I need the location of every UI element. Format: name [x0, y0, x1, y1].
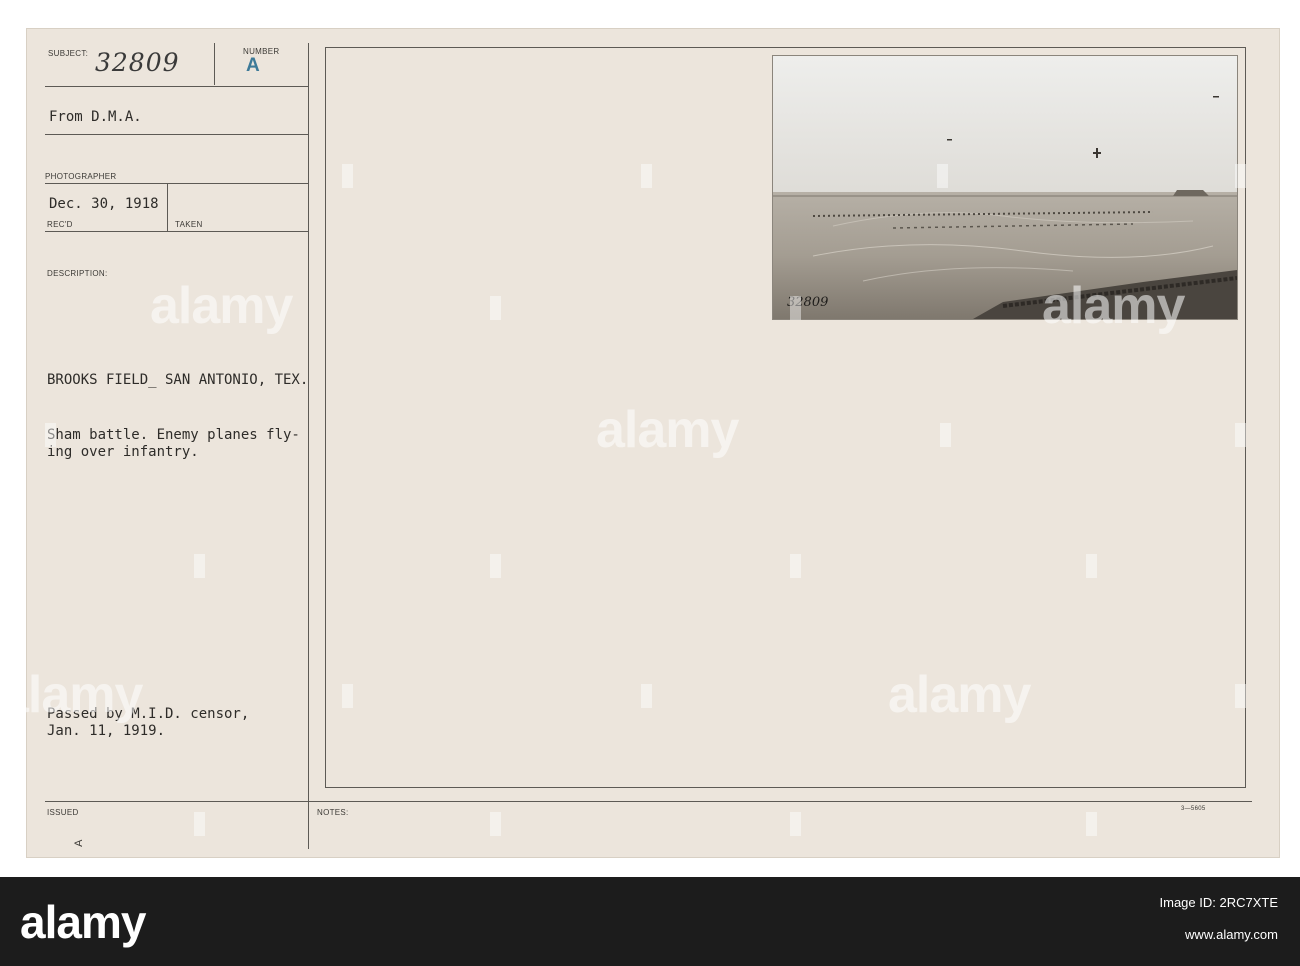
photographer-label: PHOTOGRAPHER — [45, 172, 117, 181]
received-date: Dec. 30, 1918 — [49, 196, 159, 212]
watermark-mark — [194, 554, 205, 578]
watermark-mark — [342, 164, 353, 188]
censor-line-2: Jan. 11, 1919. — [47, 723, 166, 739]
frame-right — [1245, 47, 1246, 787]
frame-top — [325, 47, 1245, 48]
watermark-mark — [490, 812, 501, 836]
image-id: Image ID: 2RC7XTE — [1159, 895, 1279, 910]
description-line-2: ing over infantry. — [47, 444, 199, 460]
left-column-divider — [308, 43, 309, 849]
alamy-logo: alamy — [20, 896, 146, 948]
watermark-mark — [1086, 812, 1097, 836]
watermark-mark — [641, 684, 652, 708]
rule-subject — [45, 86, 308, 87]
subject-number: 32809 — [95, 48, 180, 77]
issued-label: ISSUED — [47, 808, 79, 817]
watermark-mark — [1235, 423, 1246, 447]
watermark: alamy — [0, 666, 143, 724]
site-url: www.alamy.com — [1185, 927, 1278, 942]
watermark: alamy — [888, 666, 1031, 724]
watermark-mark — [790, 296, 801, 320]
subject-label: SUBJECT: — [48, 49, 89, 58]
recd-taken-divider — [167, 184, 168, 231]
watermark: alamy — [1042, 277, 1185, 335]
watermark-mark — [790, 554, 801, 578]
rule-date — [45, 231, 308, 232]
stock-footer-bar: alamy Image ID: 2RC7XTE www.alamy.com — [0, 877, 1300, 966]
rule-issued — [45, 801, 1252, 802]
watermark-mark — [937, 164, 948, 188]
bottom-mark: A — [72, 839, 85, 847]
watermark-mark — [45, 423, 56, 447]
watermark-mark — [1235, 684, 1246, 708]
watermark-mark — [490, 554, 501, 578]
watermark-mark — [1086, 554, 1097, 578]
location-line: BROOKS FIELD_ SAN ANTONIO, TEX. — [47, 372, 309, 388]
watermark-mark — [1235, 164, 1246, 188]
watermark-mark — [194, 812, 205, 836]
watermark-mark — [641, 164, 652, 188]
watermark: alamy — [150, 277, 293, 335]
watermark: alamy — [596, 401, 739, 459]
watermark-mark — [790, 812, 801, 836]
watermark-mark — [342, 684, 353, 708]
rule-from — [45, 134, 308, 135]
frame-left — [325, 47, 326, 787]
watermark-mark — [490, 296, 501, 320]
from-text: From D.M.A. — [49, 109, 142, 125]
frame-bottom — [325, 787, 1246, 788]
notes-label: NOTES: — [317, 808, 349, 817]
subject-number-divider — [214, 43, 215, 85]
watermark-mark — [940, 423, 951, 447]
rule-photographer — [45, 183, 308, 184]
number-stamp: A — [246, 55, 260, 76]
form-code: 3—5605 — [1181, 806, 1206, 812]
taken-label: TAKEN — [175, 220, 203, 229]
description-label: DESCRIPTION: — [47, 269, 108, 278]
description-line-1: Sham battle. Enemy planes fly- — [47, 427, 300, 443]
recd-label: REC'D — [47, 220, 73, 229]
